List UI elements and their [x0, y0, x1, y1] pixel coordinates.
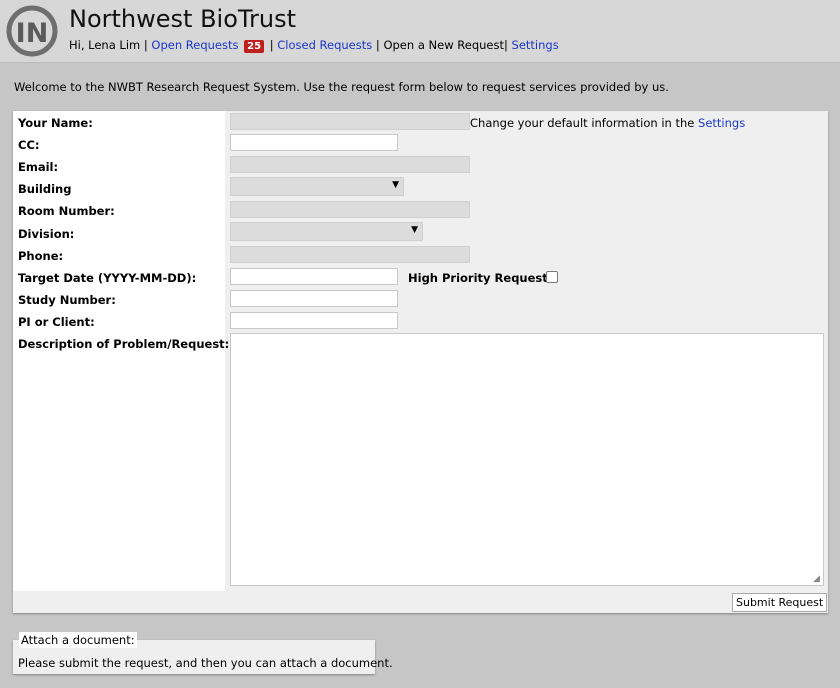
division-label: Division:	[18, 227, 75, 241]
submit-request-button[interactable]: Submit Request	[732, 593, 828, 612]
pi-client-field[interactable]	[230, 312, 398, 329]
cc-field[interactable]	[230, 134, 398, 151]
building-select[interactable]: ▼	[230, 177, 404, 196]
division-select[interactable]: ▼	[230, 222, 423, 241]
settings-link[interactable]: Settings	[512, 38, 559, 52]
in-logo-icon[interactable]: IN	[6, 5, 58, 57]
open-requests-link[interactable]: Open Requests	[151, 38, 238, 52]
header: IN Northwest BioTrust Hi, Lena Lim | Ope…	[0, 0, 840, 63]
request-form: Your Name: CC: Email: Building Room Numb…	[13, 111, 828, 613]
high-priority-label: High Priority Request:	[408, 271, 553, 285]
high-priority-checkbox[interactable]	[546, 271, 558, 283]
room-label: Room Number:	[18, 204, 115, 218]
settings-note-text: Change your default information in the	[470, 116, 699, 130]
email-field[interactable]	[230, 156, 470, 173]
study-number-field[interactable]	[230, 290, 398, 307]
app-title: Northwest BioTrust	[69, 5, 297, 33]
description-label: Description of Problem/Request:	[18, 337, 230, 351]
phone-label: Phone:	[18, 249, 64, 263]
closed-requests-link[interactable]: Closed Requests	[277, 38, 372, 52]
target-date-label: Target Date (YYYY-MM-DD):	[18, 271, 197, 285]
phone-field[interactable]	[230, 246, 470, 263]
settings-note: Change your default information in the S…	[470, 116, 745, 130]
room-number-field[interactable]	[230, 201, 470, 218]
welcome-text: Welcome to the NWBT Research Request Sys…	[14, 80, 669, 94]
svg-text:IN: IN	[16, 18, 49, 49]
top-nav: Hi, Lena Lim | Open Requests 25 | Closed…	[69, 38, 559, 53]
email-label: Email:	[18, 160, 59, 174]
description-textarea[interactable]: ◢	[230, 333, 824, 586]
attach-message: Please submit the request, and then you …	[18, 656, 393, 670]
nav-separator: |	[375, 38, 380, 52]
user-greeting: Hi, Lena Lim	[69, 38, 141, 52]
target-date-field[interactable]	[230, 268, 398, 285]
chevron-down-icon: ▼	[392, 180, 399, 190]
nav-separator: |	[143, 38, 148, 52]
building-label: Building	[18, 182, 72, 196]
name-label: Your Name:	[18, 116, 93, 130]
name-field[interactable]	[230, 113, 470, 130]
pi-client-label: PI or Client:	[18, 315, 95, 329]
attach-legend: Attach a document:	[19, 632, 137, 648]
resize-grip-icon[interactable]: ◢	[813, 575, 821, 584]
settings-note-link[interactable]: Settings	[698, 116, 745, 130]
study-number-label: Study Number:	[18, 293, 116, 307]
nav-separator: |	[269, 38, 274, 52]
cc-label: CC:	[18, 138, 40, 152]
nav-separator: |	[503, 38, 508, 52]
new-request-current: Open a New Request	[383, 38, 504, 52]
open-requests-count-badge: 25	[244, 40, 265, 53]
chevron-down-icon: ▼	[411, 225, 418, 235]
attach-document-box: Attach a document: Please submit the req…	[13, 632, 393, 674]
